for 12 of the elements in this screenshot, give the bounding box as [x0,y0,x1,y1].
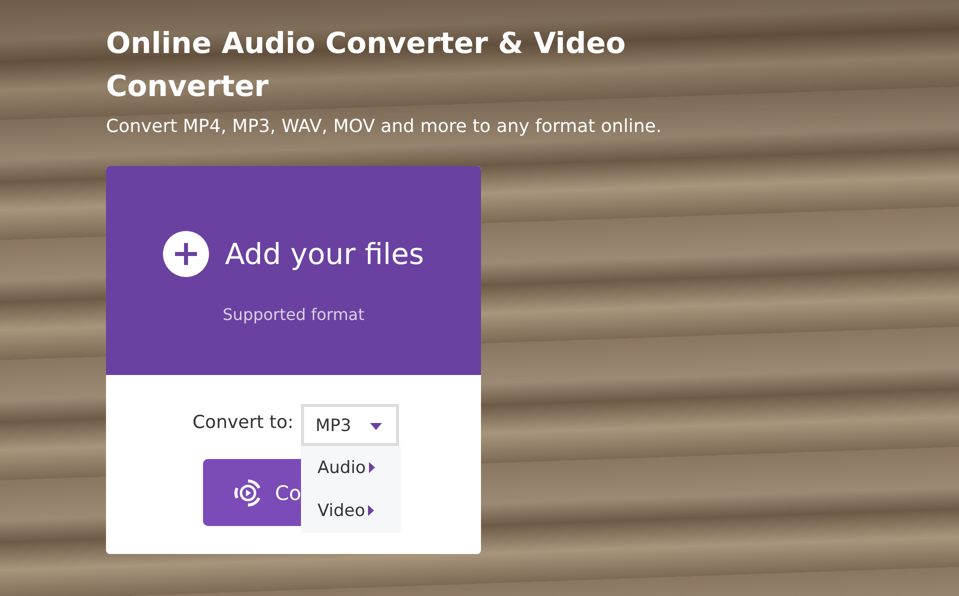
supported-format-link[interactable]: Supported format [222,305,364,324]
plus-icon [162,231,209,277]
format-select[interactable]: MP3 [300,404,399,446]
page-subtitle: Convert MP4, MP3, WAV, MOV and more to any format online. [106,116,663,137]
caret-icon [368,505,374,516]
add-files-label: Add your files [224,237,424,271]
convert-icon [233,478,263,508]
caret-icon [368,462,375,473]
caret-icon [370,422,382,430]
page-title: Online Audio Converter & Video Converter [106,25,627,105]
file-drop-area[interactable]: Add your files Supported format [106,166,481,375]
convert-to-label: Convert to: [192,412,294,433]
